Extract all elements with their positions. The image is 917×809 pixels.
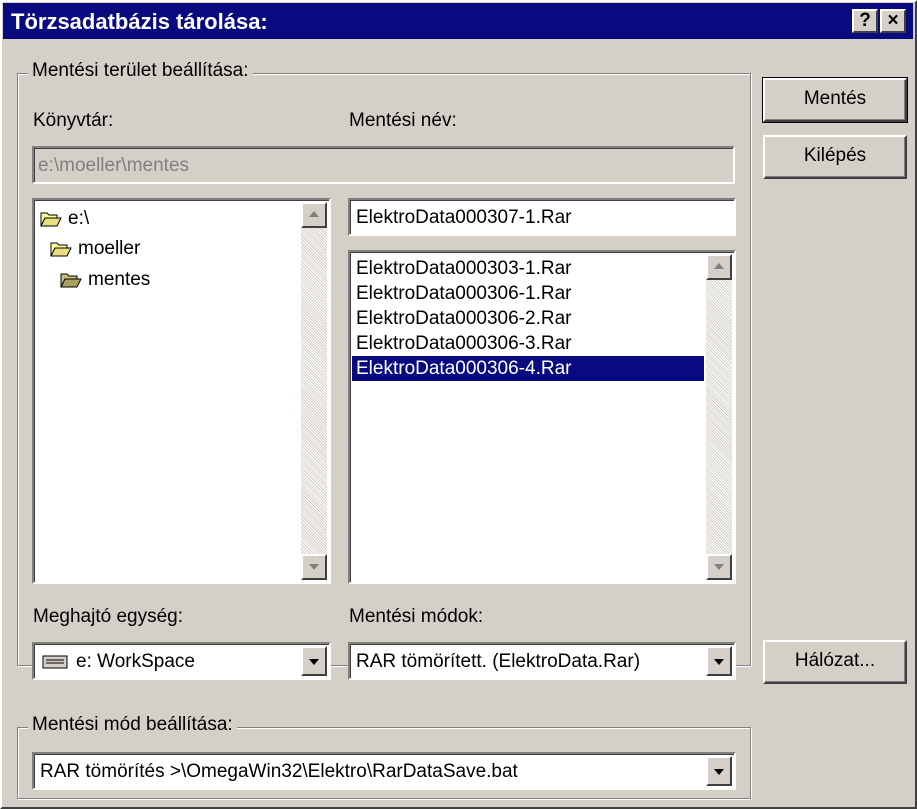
close-button[interactable]: ×	[880, 9, 906, 33]
drive-label: Meghajtó egység:	[33, 606, 183, 627]
arrow-up-icon	[309, 211, 319, 217]
file-scrollbar[interactable]	[706, 254, 732, 580]
file-item[interactable]: ElektroData000306-2.Rar	[356, 306, 571, 331]
directory-path-text: e:\moeller\mentes	[38, 155, 190, 176]
folder-scrollbar[interactable]	[301, 202, 327, 580]
arrow-down-icon	[714, 564, 724, 570]
scroll-up-button[interactable]	[301, 202, 327, 228]
exit-button[interactable]: Kilépés	[763, 135, 907, 179]
help-button[interactable]: ?	[852, 9, 878, 33]
save-modes-label: Mentési módok:	[349, 606, 484, 627]
drive-dropdown-button[interactable]	[301, 646, 327, 676]
open-folder-icon	[40, 212, 62, 227]
scroll-down-button[interactable]	[301, 554, 327, 580]
open-folder-icon	[50, 242, 72, 257]
save-mode-legend: Mentési mód beállítása:	[28, 714, 237, 736]
scroll-up-button[interactable]	[706, 254, 732, 280]
file-item[interactable]: ElektroData000306-1.Rar	[356, 281, 571, 306]
directory-path-field: e:\moeller\mentes	[32, 146, 735, 184]
save-name-input[interactable]: ElektroData000307-1.Rar	[348, 198, 736, 236]
drive-select[interactable]: e: WorkSpace	[32, 642, 331, 680]
file-item[interactable]: ElektroData000306-3.Rar	[356, 331, 571, 356]
save-button[interactable]: Mentés	[762, 77, 908, 123]
save-mode-dropdown-button[interactable]	[706, 756, 732, 786]
open-folder-icon	[60, 273, 82, 288]
window-title: Törzsadatbázis tárolása:	[11, 9, 268, 34]
save-area-legend: Mentési terület beállítása:	[28, 60, 253, 82]
save-name-label: Mentési név:	[349, 110, 457, 131]
arrow-up-icon	[714, 263, 724, 269]
drive-icon	[42, 655, 68, 669]
network-button[interactable]: Hálózat...	[763, 640, 907, 684]
network-button-label: Hálózat...	[794, 650, 876, 671]
file-list[interactable]: ElektroData000303-1.Rar ElektroData00030…	[348, 250, 736, 584]
save-name-text: ElektroData000307-1.Rar	[356, 207, 572, 228]
exit-button-label: Kilépés	[803, 145, 867, 166]
save-modes-value: RAR tömörített. (ElektroData.Rar)	[356, 651, 641, 672]
file-item[interactable]: ElektroData000303-1.Rar	[356, 256, 571, 281]
title-bar[interactable]: Törzsadatbázis tárolása: ? ×	[3, 3, 913, 39]
chevron-down-icon	[309, 659, 319, 665]
folder-list[interactable]: e:\ moeller mentes	[32, 198, 331, 584]
folder-label: mentes	[88, 269, 151, 290]
save-button-label: Mentés	[803, 88, 867, 109]
save-mode-select[interactable]: RAR tömörítés >\OmegaWin32\Elektro\RarDa…	[32, 752, 736, 790]
scroll-down-button[interactable]	[706, 554, 732, 580]
drive-value: e: WorkSpace	[76, 651, 195, 672]
folder-label: moeller	[78, 238, 141, 259]
chevron-down-icon	[714, 769, 724, 775]
chevron-down-icon	[714, 659, 724, 665]
file-item-selected[interactable]: ElektroData000306-4.Rar	[352, 356, 704, 381]
save-mode-value: RAR tömörítés >\OmegaWin32\Elektro\RarDa…	[40, 761, 518, 782]
save-modes-dropdown-button[interactable]	[706, 646, 732, 676]
save-modes-select[interactable]: RAR tömörített. (ElektroData.Rar)	[348, 642, 736, 680]
folder-label: e:\	[68, 208, 90, 229]
directory-label: Könyvtár:	[33, 110, 114, 131]
arrow-down-icon	[309, 564, 319, 570]
